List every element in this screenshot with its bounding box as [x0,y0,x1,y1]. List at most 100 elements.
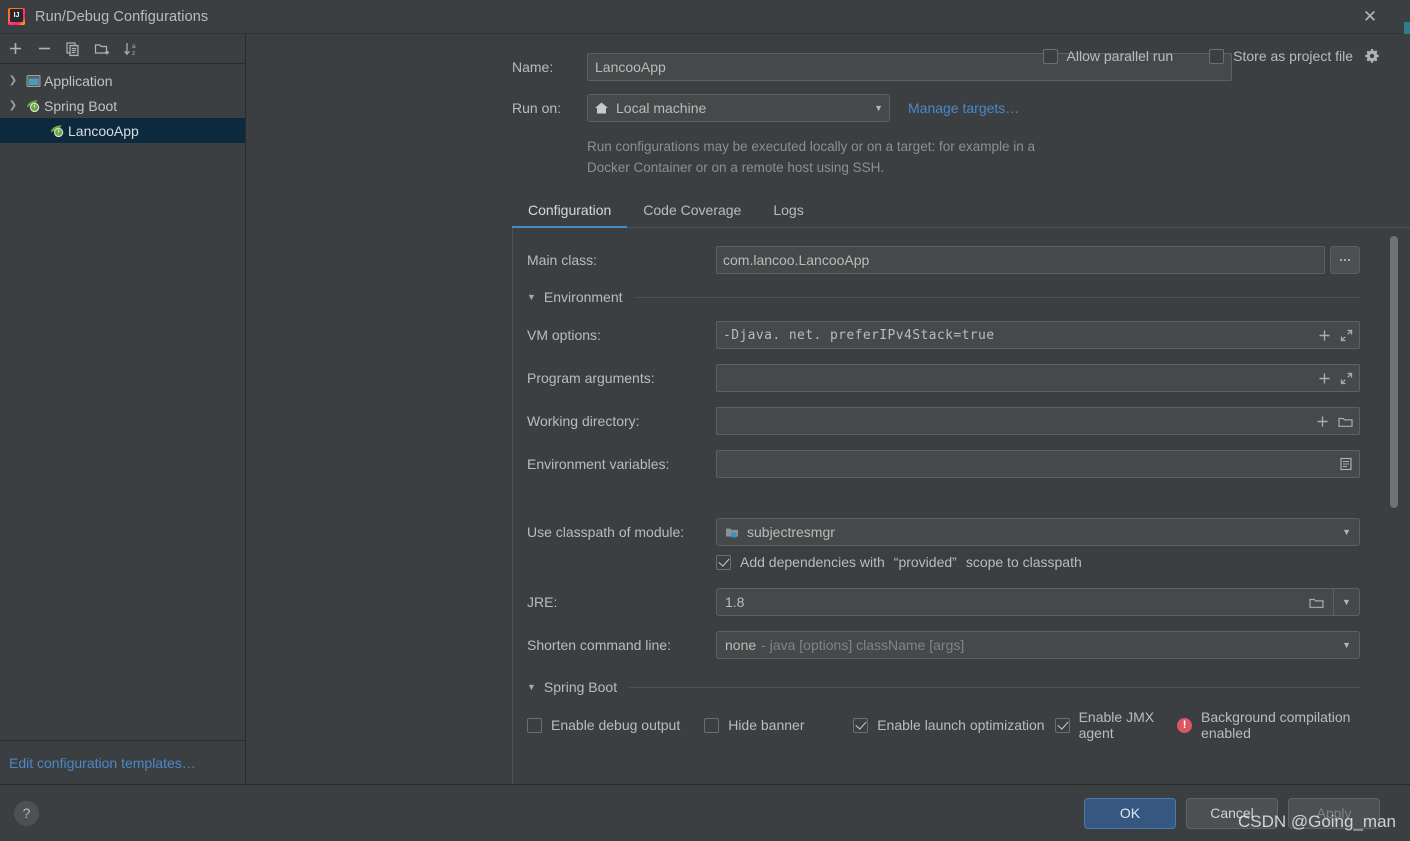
vm-options-label: VM options: [527,327,601,343]
program-arguments-row: Program arguments: [527,364,1360,392]
tree-item-application[interactable]: ❯ Application [0,68,245,93]
hide-banner-label: Hide banner [728,717,805,733]
enable-debug-output-label: Enable debug output [551,717,681,733]
enable-jmx-agent-checkbox[interactable]: Enable JMX agent [1054,709,1177,741]
application-icon [22,74,44,88]
svg-text:a: a [132,43,136,50]
apply-button[interactable]: Apply [1288,797,1380,829]
enable-launch-optimization-label: Enable launch optimization [877,717,1045,733]
store-as-project-file-label: Store as project file [1233,48,1353,64]
chevron-down-icon[interactable]: ▼ [874,103,883,113]
program-arguments-label: Program arguments: [527,370,655,386]
program-arguments-input[interactable] [716,364,1360,392]
editor-tabs: Configuration Code Coverage Logs [512,196,1410,228]
new-folder-button[interactable] [89,37,115,61]
footer-buttons: OK Cancel Apply [1084,797,1380,829]
configuration-editor-panel: Name: LancooApp Run on: Local machine ▼ … [246,34,1410,784]
chevron-down-icon[interactable]: ▼ [1333,589,1359,615]
list-icon[interactable] [1339,457,1353,471]
top-right-options: Allow parallel run Store as project file [1042,48,1380,64]
tab-code-coverage[interactable]: Code Coverage [627,196,757,227]
use-classpath-of-module-value: subjectresmgr [747,524,835,540]
configurations-panel: a z ❯ Application ❯ Spring Boot LancooAp… [0,34,246,784]
chevron-down-icon[interactable]: ▼ [1342,640,1351,650]
main-class-input[interactable]: com.lancoo.LancooApp [716,246,1325,274]
environment-section-header[interactable]: ▼ Environment [527,289,1360,305]
tree-item-label: Application [44,72,113,89]
plus-icon[interactable] [1318,372,1331,385]
add-dependencies-label-quoted: “provided” [893,554,957,570]
allow-parallel-run-checkbox[interactable]: Allow parallel run [1042,48,1173,64]
tab-logs[interactable]: Logs [757,196,819,227]
vm-options-value: -Djava. net. preferIPv4Stack=true [723,327,995,343]
close-icon[interactable]: ✕ [1348,0,1392,34]
vm-options-input[interactable]: -Djava. net. preferIPv4Stack=true [716,321,1360,349]
copy-configuration-button[interactable] [60,37,86,61]
chevron-down-icon[interactable]: ▼ [527,292,536,302]
svg-text:z: z [132,50,135,57]
scrollbar-thumb[interactable] [1390,236,1398,508]
background-compilation-label: Background compilation enabled [1201,709,1351,741]
home-icon [594,101,609,115]
chevron-down-icon[interactable]: ▼ [527,682,536,692]
enable-jmx-agent-label: Enable JMX agent [1078,709,1155,741]
chevron-down-icon[interactable]: ❯ [4,100,22,111]
folder-icon[interactable] [1299,589,1333,615]
plus-icon[interactable] [1318,329,1331,342]
expand-icon[interactable] [1340,372,1353,385]
edit-configuration-templates-link[interactable]: Edit configuration templates… [0,740,245,784]
checkbox-box [716,554,731,570]
checkbox-box [704,717,720,733]
shorten-command-line-dropdown[interactable]: none - java [options] className [args] ▼ [716,631,1360,659]
working-directory-row: Working directory: [527,407,1360,435]
tree-item-spring-boot[interactable]: ❯ Spring Boot [0,93,245,118]
add-dependencies-label-post: scope to classpath [965,554,1082,570]
main-class-label: Main class: [527,252,598,268]
tree-item-label: LancooApp [68,122,139,139]
tab-configuration[interactable]: Configuration [512,196,628,228]
window-title: Run/Debug Configurations [35,8,209,25]
section-divider [634,296,1360,298]
run-on-value: Local machine [616,100,707,116]
checkbox-box [1042,48,1058,64]
main-class-browse-button[interactable] [1330,246,1360,274]
gear-icon[interactable] [1364,48,1380,64]
cancel-button[interactable]: Cancel [1186,797,1278,829]
enable-debug-output-checkbox[interactable]: Enable debug output [527,717,704,733]
chevron-down-icon[interactable]: ▼ [1342,527,1351,537]
run-on-label: Run on: [512,100,562,116]
enable-launch-optimization-checkbox[interactable]: Enable launch optimization [853,717,1054,733]
help-button[interactable]: ? [14,800,39,826]
chevron-right-icon[interactable]: ❯ [4,75,22,86]
run-on-dropdown[interactable]: Local machine ▼ [587,94,890,122]
add-provided-dependencies-checkbox[interactable]: Add dependencies with “provided” scope t… [716,554,1360,570]
vertical-scrollbar[interactable] [1389,228,1399,784]
hide-banner-checkbox[interactable]: Hide banner [704,717,853,733]
expand-icon[interactable] [1340,329,1353,342]
folder-icon[interactable] [1338,415,1353,428]
ok-button[interactable]: OK [1084,797,1176,829]
vm-options-row: VM options: -Djava. net. preferIPv4Stack… [527,321,1360,349]
spring-boot-section-header[interactable]: ▼ Spring Boot [527,679,1360,695]
configurations-tree: ❯ Application ❯ Spring Boot LancooApp [0,64,245,740]
dialog-footer: ? OK Cancel Apply CSDN @Going_man [0,784,1410,841]
environment-variables-row: Environment variables: [527,450,1360,478]
main-class-row: Main class: com.lancoo.LancooApp [527,246,1360,274]
configuration-scroll-area: Main class: com.lancoo.LancooApp ▼ Envir… [512,228,1410,784]
manage-targets-link[interactable]: Manage targets… [908,100,1019,116]
use-classpath-of-module-dropdown[interactable]: subjectresmgr ▼ [716,518,1360,546]
general-settings: Name: LancooApp Run on: Local machine ▼ … [246,34,1410,178]
add-configuration-button[interactable] [2,37,28,61]
store-as-project-file-checkbox[interactable]: Store as project file [1209,48,1380,64]
configurations-toolbar: a z [0,34,245,64]
plus-icon[interactable] [1316,415,1329,428]
title-bar: Run/Debug Configurations ✕ [0,0,1410,34]
tree-item-lancooapp[interactable]: LancooApp [0,118,245,143]
remove-configuration-button[interactable] [31,37,57,61]
checkbox-box [1209,48,1225,64]
working-directory-input[interactable] [716,407,1360,435]
spring-boot-section-title: Spring Boot [543,679,618,695]
environment-variables-input[interactable] [716,450,1360,478]
jre-field[interactable]: 1.8 ▼ [716,588,1360,616]
sort-az-button[interactable]: a z [118,37,144,61]
